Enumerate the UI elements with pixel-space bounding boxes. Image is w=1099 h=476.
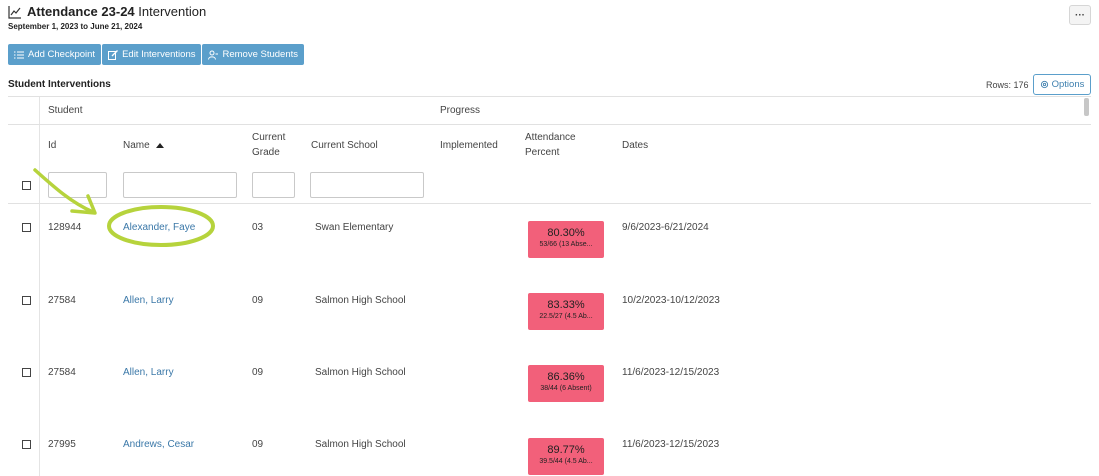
sort-ascending-icon: [155, 142, 164, 148]
row-checkbox[interactable]: [22, 296, 31, 305]
group-header-progress: Progress: [440, 105, 481, 116]
student-interventions-table: Student Progress Id Name Current Grade Cu…: [8, 96, 1091, 476]
intervention-dates: 10/2/2023-10/12/2023: [622, 295, 720, 306]
attendance-badge: 86.36% 38/44 (6 Absent): [528, 365, 604, 402]
row-checkbox[interactable]: [22, 223, 31, 232]
edit-interventions-button[interactable]: Edit Interventions: [102, 44, 202, 65]
student-id: 128944: [48, 222, 82, 233]
attendance-detail: 53/66 (13 Abse...: [539, 241, 593, 248]
add-checkpoint-button[interactable]: Add Checkpoint: [8, 44, 102, 65]
student-school: Salmon High School: [315, 367, 406, 378]
filter-id-input[interactable]: [48, 172, 107, 198]
attendance-detail: 39.5/44 (4.5 Ab...: [539, 458, 593, 465]
intervention-dates: 11/6/2023-12/15/2023: [622, 439, 720, 450]
page-title: Attendance 23-24 Intervention: [27, 4, 207, 19]
student-school: Salmon High School: [315, 295, 406, 306]
student-school: Salmon High School: [315, 439, 406, 450]
row-checkbox[interactable]: [22, 440, 31, 449]
column-header-school[interactable]: Current School: [311, 138, 378, 153]
remove-students-button[interactable]: Remove Students: [202, 44, 304, 65]
edit-interventions-label: Edit Interventions: [122, 49, 196, 60]
attendance-detail: 22.5/27 (4.5 Ab...: [539, 313, 593, 320]
attendance-badge: 80.30% 53/66 (13 Abse...: [528, 221, 604, 258]
student-id: 27584: [48, 295, 76, 306]
attendance-badge: 83.33% 22.5/27 (4.5 Ab...: [528, 293, 604, 330]
edit-icon: [108, 49, 119, 60]
intervention-dates: 11/6/2023-12/15/2023: [622, 367, 720, 378]
toolbar: Add Checkpoint Edit Interventions Remove…: [8, 44, 304, 65]
page-header: Attendance 23-24 Intervention September …: [8, 4, 206, 31]
date-range: September 1, 2023 to June 21, 2024: [8, 22, 143, 31]
student-name-link[interactable]: Allen, Larry: [123, 295, 174, 306]
attendance-badge: 89.77% 39.5/44 (4.5 Ab...: [528, 438, 604, 475]
column-header-implemented[interactable]: Implemented: [440, 138, 498, 153]
row-checkbox[interactable]: [22, 368, 31, 377]
student-id: 27995: [48, 439, 76, 450]
filter-grade-input[interactable]: [252, 172, 295, 198]
attendance-percent: 86.36%: [547, 371, 585, 383]
student-grade: 09: [252, 295, 264, 306]
filter-name-input[interactable]: [123, 172, 237, 198]
row-divider: [8, 203, 1091, 204]
remove-students-label: Remove Students: [222, 49, 298, 60]
column-header-grade[interactable]: Current Grade: [252, 130, 285, 160]
trend-chart-icon: [8, 5, 21, 19]
options-label: Options: [1051, 79, 1085, 90]
add-checkpoint-label: Add Checkpoint: [28, 49, 96, 60]
column-header-dates[interactable]: Dates: [622, 138, 648, 153]
gear-icon: [1040, 80, 1048, 89]
attendance-detail: 38/44 (6 Absent): [540, 385, 592, 392]
column-header-id[interactable]: Id: [48, 138, 56, 153]
scrollbar-thumb[interactable]: [1084, 98, 1089, 116]
remove-user-icon: [208, 50, 219, 60]
student-name-link[interactable]: Andrews, Cesar: [123, 439, 194, 450]
more-options-button[interactable]: ···: [1069, 5, 1091, 25]
section-title: Student Interventions: [8, 79, 111, 90]
student-grade: 03: [252, 222, 264, 233]
column-header-name[interactable]: Name: [123, 138, 164, 153]
column-header-attendance[interactable]: Attendance Percent: [525, 130, 576, 160]
attendance-percent: 83.33%: [547, 299, 585, 311]
student-name-link[interactable]: Alexander, Faye: [123, 222, 195, 233]
column-divider: [39, 97, 40, 476]
student-grade: 09: [252, 439, 264, 450]
options-button[interactable]: Options: [1033, 74, 1091, 95]
attendance-percent: 89.77%: [547, 444, 585, 456]
group-header-student: Student: [48, 105, 83, 116]
student-id: 27584: [48, 367, 76, 378]
attendance-percent: 80.30%: [547, 227, 585, 239]
select-all-checkbox[interactable]: [22, 181, 31, 190]
checklist-icon: [14, 51, 24, 58]
student-grade: 09: [252, 367, 264, 378]
filter-school-input[interactable]: [310, 172, 424, 198]
row-divider: [8, 124, 1091, 125]
rows-count: Rows: 176: [986, 80, 1029, 90]
intervention-dates: 9/6/2023-6/21/2024: [622, 222, 709, 233]
student-school: Swan Elementary: [315, 222, 394, 233]
student-name-link[interactable]: Allen, Larry: [123, 367, 174, 378]
